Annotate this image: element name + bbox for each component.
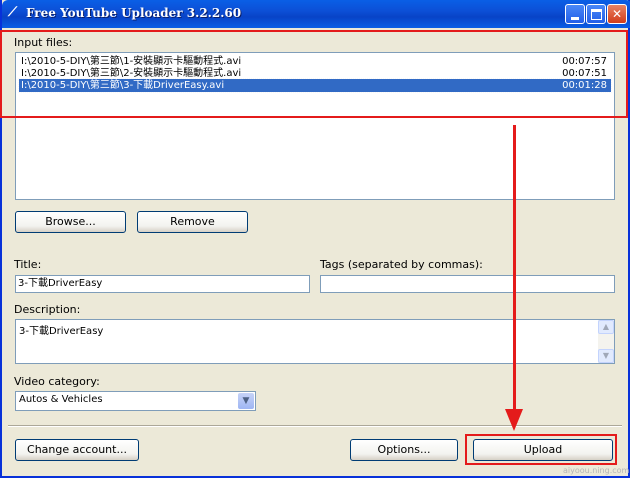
options-button[interactable]: Options... xyxy=(350,439,458,461)
app-window: ⟋ Free YouTube Uploader 3.2.2.60 ✕ Input… xyxy=(0,0,630,478)
browse-button[interactable]: Browse... xyxy=(15,211,126,233)
category-value: Autos & Vehicles xyxy=(19,394,103,405)
watermark: aiyoou.ning.com xyxy=(563,466,630,475)
file-duration: 00:01:28 xyxy=(562,80,607,91)
close-button[interactable]: ✕ xyxy=(607,4,627,24)
title-bar[interactable]: ⟋ Free YouTube Uploader 3.2.2.60 ✕ xyxy=(2,0,630,28)
window-title: Free YouTube Uploader 3.2.2.60 xyxy=(26,6,242,20)
separator xyxy=(8,425,622,427)
maximize-icon xyxy=(591,9,602,20)
chevron-down-icon[interactable]: ▼ xyxy=(238,393,254,409)
title-input[interactable]: 3-下載DriverEasy xyxy=(15,275,310,293)
description-label: Description: xyxy=(14,303,81,316)
tags-label: Tags (separated by commas): xyxy=(320,258,483,271)
close-icon: ✕ xyxy=(611,7,623,21)
remove-button[interactable]: Remove xyxy=(137,211,248,233)
change-account-button[interactable]: Change account... xyxy=(15,439,139,461)
scroll-down-icon[interactable]: ▼ xyxy=(598,349,614,363)
tags-input[interactable] xyxy=(320,275,615,293)
annotation-arrow-line xyxy=(513,125,516,413)
file-path: I:\2010-5-DIY\第三節\3-下載DriverEasy.avi xyxy=(21,80,225,91)
annotation-arrow-head-icon xyxy=(505,409,523,431)
description-scrollbar[interactable]: ▲ ▼ xyxy=(598,320,614,363)
upload-button[interactable]: Upload xyxy=(473,439,613,461)
description-textarea[interactable]: 3-下載DriverEasy ▲ ▼ xyxy=(15,319,615,364)
file-row-selected[interactable]: I:\2010-5-DIY\第三節\3-下載DriverEasy.avi 00:… xyxy=(18,78,612,93)
category-select[interactable]: Autos & Vehicles ▼ xyxy=(15,391,256,411)
app-icon: ⟋ xyxy=(8,5,18,20)
input-files-list[interactable]: I:\2010-5-DIY\第三節\1-安裝顯示卡驅動程式.avi 00:07:… xyxy=(15,52,615,200)
category-label: Video category: xyxy=(14,375,100,388)
description-text: 3-下載DriverEasy xyxy=(19,326,104,337)
maximize-button[interactable] xyxy=(586,4,606,24)
input-files-label: Input files: xyxy=(14,36,73,49)
scroll-up-icon[interactable]: ▲ xyxy=(598,320,614,334)
title-label: Title: xyxy=(14,258,42,271)
minimize-button[interactable] xyxy=(565,4,585,24)
minimize-icon xyxy=(571,17,579,20)
